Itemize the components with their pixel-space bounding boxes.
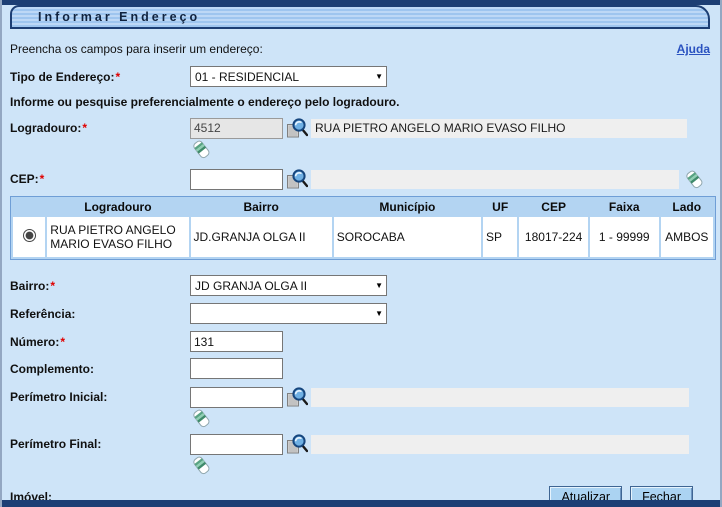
radio-col-header [13, 199, 45, 215]
intro-text: Preencha os campos para inserir um ender… [10, 42, 263, 56]
perimetro-final-label: Perímetro Final: [10, 437, 190, 451]
col-header-logradouro: Logradouro [47, 199, 188, 215]
perimetro-final-eraser-row [192, 455, 712, 475]
cep-label: CEP:* [10, 172, 190, 186]
row-select-cell [13, 217, 45, 257]
logradouro-code-input[interactable] [190, 118, 283, 139]
search-icon[interactable] [286, 386, 308, 408]
tipo-endereco-label: Tipo de Endereço:* [10, 70, 190, 84]
eraser-icon[interactable] [192, 455, 211, 476]
perimetro-inicial-eraser-row [192, 408, 712, 428]
search-icon[interactable] [286, 433, 308, 455]
perimetro-inicial-input[interactable] [190, 387, 283, 408]
complemento-input[interactable] [190, 358, 283, 379]
form-body: Preencha os campos para inserir um ender… [2, 41, 720, 507]
cell-logradouro: RUA PIETRO ANGELO MARIO EVASO FILHO [47, 217, 188, 257]
search-icon[interactable] [286, 117, 308, 139]
numero-input[interactable] [190, 331, 283, 352]
perimetro-final-input[interactable] [190, 434, 283, 455]
numero-row: Número:* [10, 331, 712, 352]
table-row: RUA PIETRO ANGELO MARIO EVASO FILHO JD.G… [13, 217, 713, 257]
required-marker: * [40, 172, 45, 186]
bairro-value: JD GRANJA OLGA II [195, 279, 372, 293]
perimetro-inicial-label: Perímetro Inicial: [10, 390, 190, 404]
tipo-endereco-select[interactable]: 01 - RESIDENCIAL ▼ [190, 66, 387, 87]
logradouro-descricao-field: RUA PIETRO ANGELO MARIO EVASO FILHO [311, 119, 687, 138]
cell-faixa: 1 - 99999 [590, 217, 659, 257]
col-header-municipio: Município [334, 199, 481, 215]
logradouro-label: Logradouro:* [10, 121, 190, 135]
bairro-row: Bairro:* JD GRANJA OLGA II ▼ [10, 275, 712, 296]
bairro-select[interactable]: JD GRANJA OLGA II ▼ [190, 275, 387, 296]
perimetro-inicial-descricao-field [311, 388, 689, 407]
col-header-uf: UF [483, 199, 517, 215]
informar-endereco-window: Informar Endereço Preencha os campos par… [0, 0, 722, 507]
window-title-bar: Informar Endereço [10, 5, 710, 29]
cell-bairro: JD.GRANJA OLGA II [191, 217, 332, 257]
cell-uf: SP [483, 217, 517, 257]
page-title: Informar Endereço [38, 10, 200, 24]
col-header-faixa: Faixa [590, 199, 659, 215]
required-marker: * [60, 335, 65, 349]
required-marker: * [115, 70, 120, 84]
perimetro-final-row: Perímetro Final: [10, 433, 712, 455]
col-header-cep: CEP [519, 199, 588, 215]
table-header-row: Logradouro Bairro Município UF CEP Faixa… [13, 199, 713, 215]
cell-municipio: SOROCABA [334, 217, 481, 257]
numero-label: Número:* [10, 335, 190, 349]
cep-descricao-field [311, 170, 679, 189]
search-hint-note: Informe ou pesquise preferencialmente o … [10, 95, 712, 109]
chevron-down-icon: ▼ [372, 72, 383, 81]
cep-row: CEP:* [10, 168, 712, 190]
logradouro-row: Logradouro:* RUA PIETRO ANGELO MARIO EVA… [10, 117, 712, 139]
search-icon[interactable] [286, 168, 308, 190]
tipo-endereco-value: 01 - RESIDENCIAL [195, 70, 372, 84]
referencia-row: Referência: ▼ [10, 303, 712, 324]
cell-lado: AMBOS [661, 217, 713, 257]
help-link[interactable]: Ajuda [677, 42, 710, 56]
eraser-icon[interactable] [685, 169, 704, 190]
col-header-bairro: Bairro [191, 199, 332, 215]
required-marker: * [50, 279, 55, 293]
complemento-label: Complemento: [10, 362, 190, 376]
bottom-border-bar [2, 500, 720, 507]
cep-input[interactable] [190, 169, 283, 190]
perimetro-final-descricao-field [311, 435, 689, 454]
referencia-select[interactable]: ▼ [190, 303, 387, 324]
logradouro-eraser-row [192, 139, 712, 159]
intro-row: Preencha os campos para inserir um ender… [10, 41, 712, 57]
logradouro-results-table: Logradouro Bairro Município UF CEP Faixa… [10, 196, 716, 260]
row-select-radio[interactable] [23, 229, 36, 242]
referencia-label: Referência: [10, 307, 190, 321]
eraser-icon[interactable] [192, 139, 211, 160]
tipo-endereco-row: Tipo de Endereço:* 01 - RESIDENCIAL ▼ [10, 66, 712, 87]
chevron-down-icon: ▼ [372, 281, 383, 290]
perimetro-inicial-row: Perímetro Inicial: [10, 386, 712, 408]
required-marker: * [82, 121, 87, 135]
eraser-icon[interactable] [192, 408, 211, 429]
col-header-lado: Lado [661, 199, 713, 215]
cell-cep: 18017-224 [519, 217, 588, 257]
chevron-down-icon: ▼ [372, 309, 383, 318]
bairro-label: Bairro:* [10, 279, 190, 293]
complemento-row: Complemento: [10, 358, 712, 379]
